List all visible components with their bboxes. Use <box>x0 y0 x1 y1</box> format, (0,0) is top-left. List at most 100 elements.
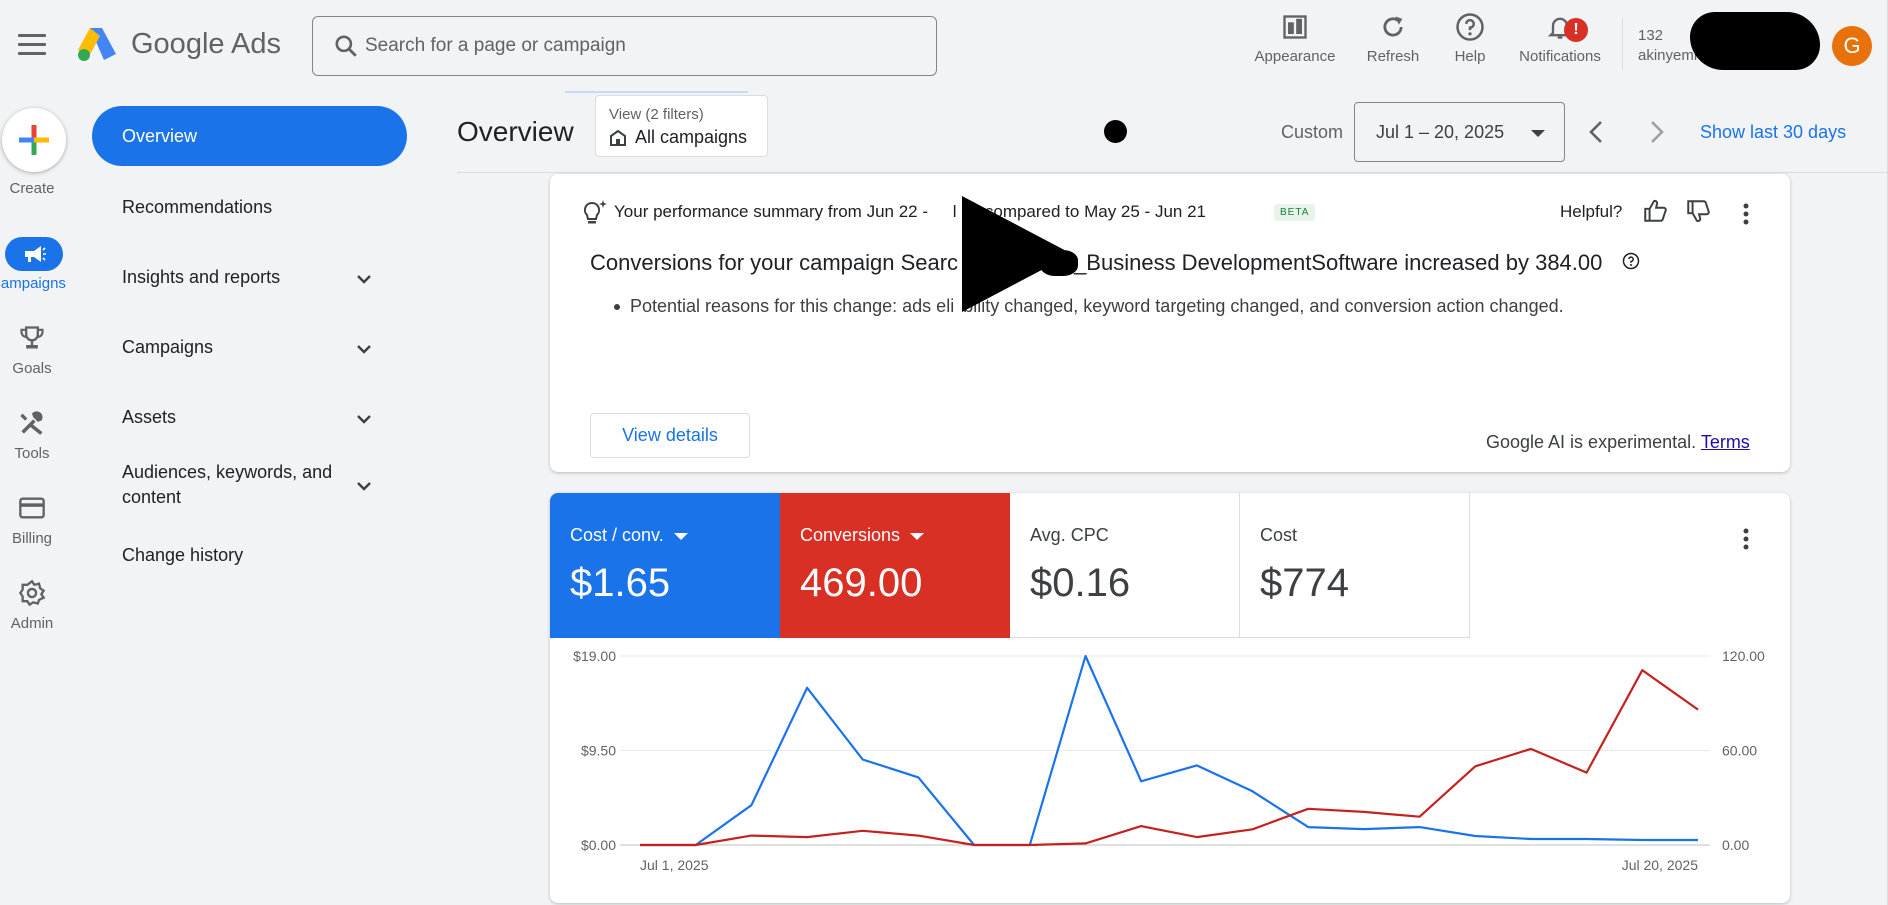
metric-value: 469.00 <box>800 561 923 605</box>
menu-icon[interactable] <box>18 34 46 56</box>
search-input[interactable] <box>365 31 905 61</box>
chevron-right-icon[interactable] <box>1644 118 1668 146</box>
y-right-tick-label: 60.00 <box>1722 743 1757 759</box>
appearance-label: Appearance <box>1254 48 1336 65</box>
chevron-left-icon[interactable] <box>1585 118 1609 146</box>
y-right-tick-label: 0.00 <box>1722 837 1749 853</box>
appearance-icon <box>1283 15 1307 39</box>
nav-item-overview[interactable]: Overview <box>92 106 407 166</box>
account-info[interactable]: 132 akinyemi <box>1638 26 1697 66</box>
redaction-mark <box>1040 250 1078 276</box>
performance-line-chart: $0.00 $9.50 $19.00 0.00 60.00 120.00 Jul 1, 20… <box>573 648 1765 873</box>
chevron-down-icon <box>357 345 371 354</box>
nav-item-insights[interactable]: Insights and reports <box>92 265 407 295</box>
chevron-down-icon <box>357 415 371 424</box>
date-mode-label: Custom <box>1281 122 1344 142</box>
nav-item-campaigns[interactable]: Campaigns <box>92 335 407 365</box>
tools-icon <box>20 411 43 435</box>
rail-item-admin[interactable]: Admin <box>0 579 64 632</box>
plus-icon <box>19 125 49 155</box>
account-id: 132 <box>1638 27 1664 44</box>
thumbs-down-icon[interactable] <box>1685 198 1711 224</box>
store-icon <box>610 129 626 146</box>
show-last-30-days-link[interactable]: Show last 30 days <box>1700 122 1846 143</box>
page-title: Overview <box>457 116 574 147</box>
notifications-button[interactable]: ! Notifications <box>1510 10 1610 70</box>
beta-badge: BETA <box>1274 204 1316 221</box>
search-icon <box>335 35 357 57</box>
credit-card-icon <box>19 497 45 519</box>
notification-badge: ! <box>1564 18 1588 42</box>
search-box[interactable] <box>312 16 937 76</box>
megaphone-icon <box>25 246 46 262</box>
metric-name: Cost <box>1260 525 1298 545</box>
nav-item-recommendations[interactable]: Recommendations <box>92 195 407 225</box>
y-left-tick-label: $19.00 <box>573 648 616 664</box>
rail-create-label: Create <box>9 180 55 197</box>
summary-title: Conversions for your campaign Searc _Busi… <box>590 250 1603 275</box>
nav-item-assets[interactable]: Assets <box>92 405 407 435</box>
help-icon <box>1456 13 1484 41</box>
series-line-conversions <box>640 669 1699 847</box>
nav-item-change-history[interactable]: Change history <box>92 543 407 573</box>
metric-value: $0.16 <box>1030 561 1131 605</box>
metric-tile-conversions[interactable]: Conversions 469.00 <box>780 493 1010 638</box>
metric-tile-cost[interactable]: Cost $774 <box>1240 493 1470 638</box>
account-email: akinyemi <box>1638 47 1698 64</box>
brand-name: Google Ads <box>131 28 281 60</box>
metric-name: Conversions <box>800 525 901 545</box>
divider <box>1622 18 1623 70</box>
x-tick-label: Jul 20, 2025 <box>1622 857 1698 873</box>
avatar[interactable]: G <box>1832 26 1872 66</box>
metric-value: $1.65 <box>570 561 671 605</box>
campaign-filter-selector[interactable]: View (2 filters) All campaigns <box>595 95 768 157</box>
more-vert-icon[interactable] <box>1742 527 1750 551</box>
more-vert-icon[interactable] <box>1742 202 1750 226</box>
performance-summary-card: Your performance summary from Jun 22 - l… <box>550 174 1790 472</box>
help-circle-icon[interactable] <box>1622 252 1640 270</box>
chevron-down-icon <box>357 482 371 491</box>
filter-label: View (2 filters) <box>609 106 704 123</box>
dropdown-arrow-icon[interactable] <box>673 532 688 540</box>
dropdown-arrow-icon[interactable] <box>910 532 925 540</box>
date-range-value: Jul 1 – 20, 2025 <box>1376 122 1505 142</box>
caret-down-icon <box>1531 130 1545 137</box>
header-divider <box>457 172 1888 173</box>
refresh-button[interactable]: Refresh <box>1360 10 1426 70</box>
chevron-down-icon <box>357 275 371 284</box>
metric-value: $774 <box>1260 561 1349 605</box>
terms-link[interactable]: Terms <box>1701 432 1750 452</box>
cursor-dot <box>1104 120 1127 143</box>
metric-tile-avg-cpc[interactable]: Avg. CPC $0.16 <box>1010 493 1240 638</box>
rail-item-billing[interactable]: Billing <box>0 494 64 547</box>
google-ads-logo[interactable] <box>76 26 118 62</box>
lightbulb-sparkle-icon <box>583 200 607 224</box>
y-right-tick-label: 120.00 <box>1722 648 1765 664</box>
rail-item-tools[interactable]: Tools <box>0 409 64 462</box>
help-label: Help <box>1454 48 1486 65</box>
y-left-tick-label: $9.50 <box>581 743 616 759</box>
refresh-label: Refresh <box>1366 48 1420 65</box>
refresh-icon <box>1383 16 1403 37</box>
help-button[interactable]: Help <box>1450 10 1490 70</box>
view-details-button[interactable]: View details <box>590 413 750 458</box>
filter-tab-indicator <box>565 91 748 93</box>
redaction-mark <box>1690 12 1820 70</box>
thumbs-up-icon[interactable] <box>1642 198 1668 224</box>
filter-value: All campaigns <box>635 127 748 147</box>
metric-name: Cost / conv. <box>570 525 664 545</box>
notifications-label: Notifications <box>1519 48 1601 65</box>
nav-item-audiences[interactable]: Audiences, keywords, and content <box>92 460 407 512</box>
y-left-tick-label: $0.00 <box>581 837 616 853</box>
top-bar: Google Ads Appearance Refresh Help ! Not… <box>0 0 1888 92</box>
metric-tile-cost-per-conv[interactable]: Cost / conv. $1.65 <box>550 493 780 638</box>
summary-reason: Potential reasons for this change: ads e… <box>614 296 1564 316</box>
rail-item-goals[interactable]: Goals <box>0 324 64 377</box>
rail-item-campaigns[interactable]: Campaigns <box>0 237 66 292</box>
gear-icon <box>18 579 46 607</box>
appearance-button[interactable]: Appearance <box>1245 10 1345 70</box>
metric-name: Avg. CPC <box>1030 525 1109 545</box>
date-range-select[interactable]: Jul 1 – 20, 2025 <box>1354 102 1565 162</box>
create-button[interactable] <box>2 108 66 172</box>
helpful-label: Helpful? <box>1560 202 1623 221</box>
